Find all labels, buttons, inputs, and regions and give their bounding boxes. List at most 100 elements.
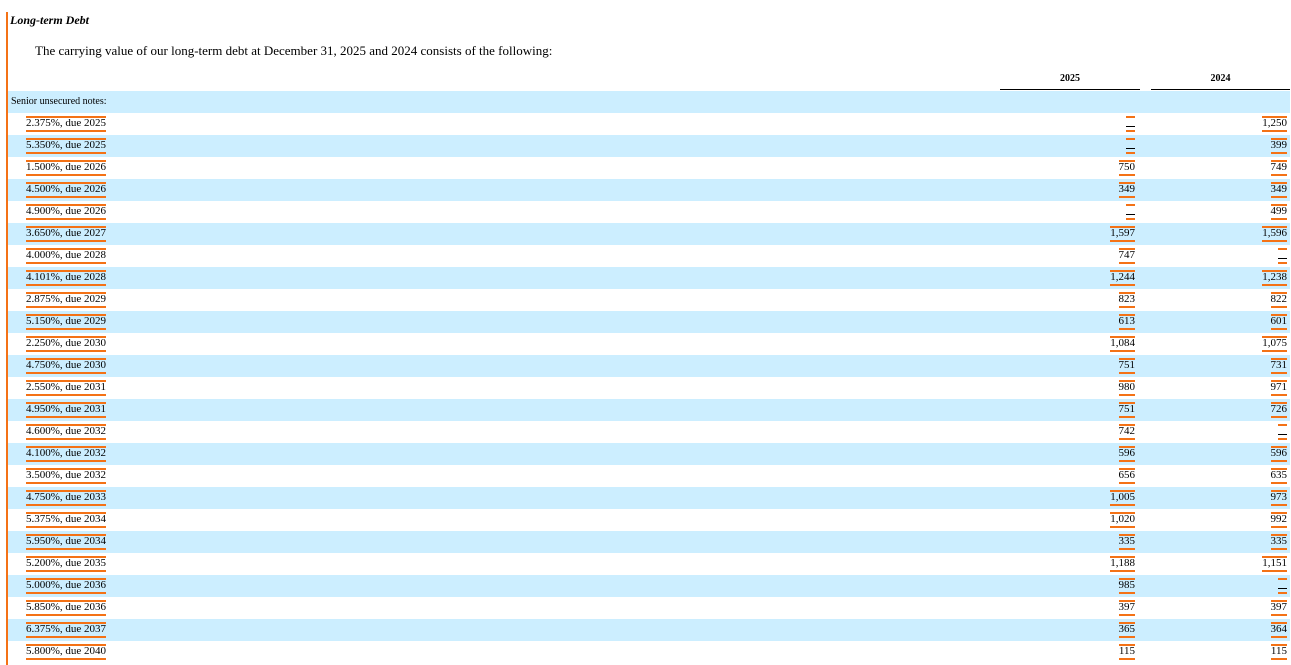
note-rate-label[interactable]: 3.650%, due 2027 xyxy=(26,226,107,242)
row-label: 5.350%, due 2025 xyxy=(26,138,107,154)
note-rate-label[interactable]: 2.875%, due 2029 xyxy=(26,292,107,308)
note-rate-label[interactable]: 4.500%, due 2026 xyxy=(26,182,107,198)
value-2025[interactable]: 750 xyxy=(1118,160,1135,176)
note-rate-label[interactable]: 4.900%, due 2026 xyxy=(26,204,107,220)
value-2025[interactable]: 985 xyxy=(1118,578,1136,594)
value-2025[interactable]: 335 xyxy=(1118,534,1135,550)
value-2025[interactable]: 751 xyxy=(1118,402,1135,418)
value-text: 1,005 xyxy=(1110,491,1135,503)
value-text: 1,075 xyxy=(1262,337,1287,349)
value-2024[interactable]: 1,596 xyxy=(1262,226,1287,242)
note-rate-label[interactable]: 5.350%, due 2025 xyxy=(26,138,107,154)
table-row: 4.100%, due 2032 596 596 xyxy=(8,443,1290,465)
row-label: 5.150%, due 2029 xyxy=(26,314,107,330)
table-row: 3.650%, due 2027 1,597 1,596 xyxy=(8,223,1290,245)
note-rate-label[interactable]: 1.500%, due 2026 xyxy=(26,160,107,176)
value-2024[interactable]: 364 xyxy=(1270,622,1287,638)
value-2025[interactable]: — xyxy=(1126,116,1135,132)
value-2025[interactable]: 397 xyxy=(1118,600,1136,616)
value-2025[interactable]: 115 xyxy=(1118,644,1136,660)
note-rate-label[interactable]: 2.375%, due 2025 xyxy=(26,116,107,132)
value-2024[interactable]: 1,250 xyxy=(1262,116,1287,132)
value-2024[interactable]: 973 xyxy=(1270,490,1287,506)
value-2024[interactable]: 731 xyxy=(1270,358,1287,374)
value-2024[interactable]: 971 xyxy=(1270,380,1287,396)
value-2025[interactable]: 980 xyxy=(1118,380,1135,396)
value-text: 1,250 xyxy=(1262,117,1287,129)
note-rate-label[interactable]: 2.550%, due 2031 xyxy=(26,380,107,396)
value-text: 726 xyxy=(1270,403,1288,415)
value-text: 985 xyxy=(1118,579,1136,591)
value-2024[interactable]: 726 xyxy=(1270,402,1288,418)
value-2025[interactable]: 349 xyxy=(1118,182,1136,198)
value-2024[interactable]: 115 xyxy=(1270,644,1288,660)
value-2024[interactable]: 596 xyxy=(1270,446,1288,462)
value-text: 749 xyxy=(1270,161,1288,173)
note-rate-label[interactable]: 5.950%, due 2034 xyxy=(26,534,107,550)
table-row: 4.000%, due 2028 747 — xyxy=(8,245,1290,267)
note-rate-label[interactable]: 5.000%, due 2036 xyxy=(26,578,107,594)
value-text: 596 xyxy=(1270,447,1288,459)
value-2024[interactable]: 1,151 xyxy=(1262,556,1287,572)
note-rate-label[interactable]: 5.375%, due 2034 xyxy=(26,512,107,528)
value-2025[interactable]: 1,084 xyxy=(1110,336,1135,352)
note-rate-label[interactable]: 4.950%, due 2031 xyxy=(26,402,107,418)
row-label: 2.875%, due 2029 xyxy=(26,292,107,308)
value-2025[interactable]: 656 xyxy=(1118,468,1135,484)
value-2024[interactable]: 822 xyxy=(1270,292,1287,308)
value-2025[interactable]: — xyxy=(1126,204,1135,220)
value-2025[interactable]: 742 xyxy=(1118,424,1135,440)
value-text: 751 xyxy=(1118,359,1136,371)
value-2024[interactable]: 1,075 xyxy=(1262,336,1287,352)
value-2025[interactable]: 1,244 xyxy=(1110,270,1135,286)
value-2024[interactable]: 349 xyxy=(1270,182,1288,198)
value-2024[interactable]: — xyxy=(1278,578,1287,594)
note-rate-label[interactable]: 4.750%, due 2030 xyxy=(26,358,107,374)
note-rate-label[interactable]: 4.000%, due 2028 xyxy=(26,248,107,264)
table-row: 5.200%, due 2035 1,188 1,151 xyxy=(8,553,1290,575)
value-2025[interactable]: 1,188 xyxy=(1110,556,1135,572)
value-2024[interactable]: 399 xyxy=(1270,138,1287,154)
value-2025[interactable]: 365 xyxy=(1118,622,1135,638)
value-2024[interactable]: 499 xyxy=(1270,204,1287,220)
value-2024[interactable]: 335 xyxy=(1270,534,1287,550)
value-2024[interactable]: 749 xyxy=(1270,160,1288,176)
note-rate-label[interactable]: 4.100%, due 2032 xyxy=(26,446,107,462)
note-rate-label[interactable]: 5.200%, due 2035 xyxy=(26,556,107,572)
note-rate-label[interactable]: 5.850%, due 2036 xyxy=(26,600,107,616)
note-rate-label[interactable]: 5.150%, due 2029 xyxy=(26,314,107,330)
note-rate-label[interactable]: 4.101%, due 2028 xyxy=(26,270,107,286)
value-text: 397 xyxy=(1118,601,1136,613)
note-rate-label[interactable]: 4.600%, due 2032 xyxy=(26,424,107,440)
section-title: Long-term Debt xyxy=(10,13,89,27)
value-text: 349 xyxy=(1118,183,1136,195)
table-row: 4.500%, due 2026 349 349 xyxy=(8,179,1290,201)
value-2024[interactable]: — xyxy=(1278,424,1287,440)
value-2025[interactable]: 1,597 xyxy=(1110,226,1135,242)
value-2024[interactable]: 1,238 xyxy=(1262,270,1287,286)
value-2025[interactable]: 747 xyxy=(1118,248,1135,264)
value-text: 349 xyxy=(1270,183,1288,195)
value-2024[interactable]: 635 xyxy=(1270,468,1287,484)
value-2025[interactable]: 596 xyxy=(1118,446,1135,462)
note-rate-label[interactable]: 3.500%, due 2032 xyxy=(26,468,107,484)
value-2024[interactable]: 992 xyxy=(1270,512,1287,528)
value-2024[interactable]: 397 xyxy=(1270,600,1287,616)
intro-paragraph: The carrying value of our long-term debt… xyxy=(35,43,553,58)
value-2024[interactable]: 601 xyxy=(1270,314,1287,330)
note-rate-label[interactable]: 6.375%, due 2037 xyxy=(26,622,107,638)
value-2025[interactable]: 1,005 xyxy=(1110,490,1135,506)
value-2025[interactable]: 613 xyxy=(1118,314,1135,330)
value-2025[interactable]: — xyxy=(1126,138,1135,154)
row-label: 3.500%, due 2032 xyxy=(26,468,107,484)
value-text: 115 xyxy=(1118,645,1135,657)
value-2025[interactable]: 751 xyxy=(1118,358,1136,374)
note-rate-label[interactable]: 2.250%, due 2030 xyxy=(26,336,107,352)
value-2024[interactable]: — xyxy=(1278,248,1287,264)
table-row: 5.850%, due 2036 397 397 xyxy=(8,597,1290,619)
note-rate-label[interactable]: 5.800%, due 2040 xyxy=(26,644,107,660)
value-2025[interactable]: 823 xyxy=(1118,292,1135,308)
table-row: 2.875%, due 2029 823 822 xyxy=(8,289,1290,311)
note-rate-label[interactable]: 4.750%, due 2033 xyxy=(26,490,107,506)
value-2025[interactable]: 1,020 xyxy=(1110,512,1135,528)
